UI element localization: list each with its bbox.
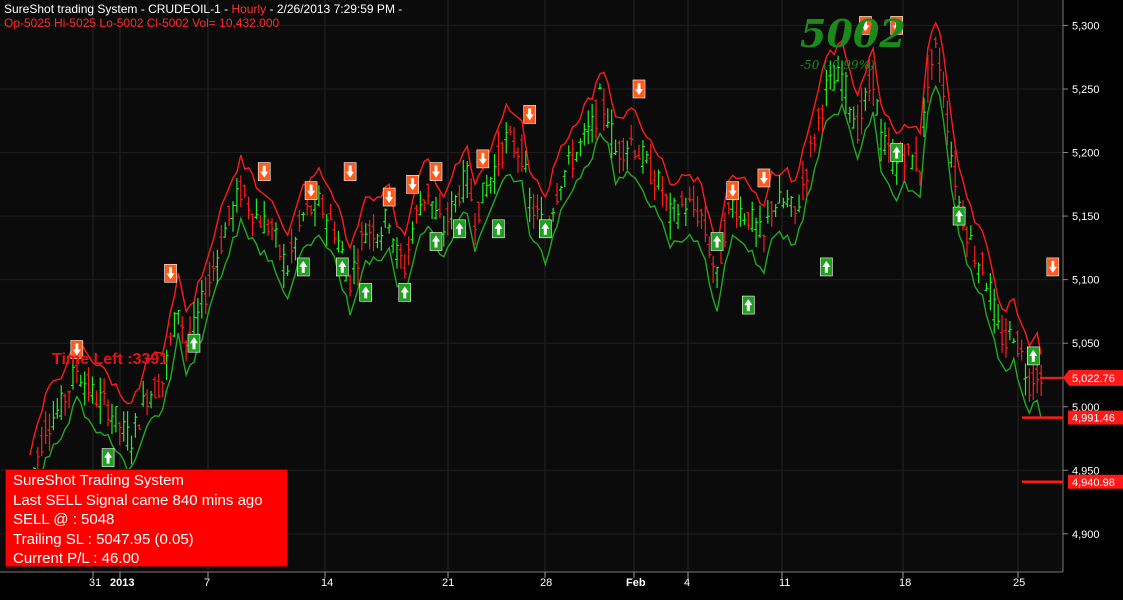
sell-signal-icon	[406, 175, 419, 194]
buy-signal-icon	[187, 333, 201, 353]
sell-signal-icon	[382, 187, 396, 207]
price-tag-label: 4,991.46	[1072, 413, 1115, 425]
buy-signal-icon	[398, 283, 412, 302]
chart-title-line: SureShot trading System - CRUDEOIL-1 - H…	[4, 2, 403, 16]
time-axis-label: 28	[540, 577, 552, 589]
price-axis-label: 5,300	[1072, 20, 1100, 32]
time-axis-label: Feb	[626, 577, 646, 589]
time-axis-label: 18	[899, 577, 911, 589]
sell-signal-icon	[476, 149, 490, 169]
buy-signal-icon	[453, 219, 466, 239]
price-axis-label: 5,150	[1072, 211, 1100, 223]
buy-signal-icon	[820, 257, 833, 277]
price-axis-label: 5,200	[1072, 148, 1100, 160]
sell-signal-icon	[429, 162, 443, 181]
price-tag-label: 5,022.76	[1072, 373, 1115, 385]
symbol-name: CRUDEOIL-1	[148, 2, 221, 16]
time-axis-label: 11	[779, 577, 790, 589]
time-left-label: Time Left :3391	[52, 351, 169, 368]
sell-signal-icon	[726, 181, 739, 200]
buy-signal-icon	[101, 448, 115, 467]
chart-window: 4,900 4,950 5,000 5,050 5,100 5,150 5,200 5,250…	[0, 0, 1123, 600]
buy-signal-icon	[890, 143, 903, 162]
price-tag-label: 4,940.98	[1072, 477, 1115, 489]
sell-signal-icon	[757, 168, 771, 188]
info-box-title: SureShot Trading System	[13, 472, 184, 489]
buy-signal-icon	[952, 206, 966, 226]
last-signal-text: Last SELL Signal came 840 mins ago	[13, 491, 263, 509]
buy-signal-icon	[539, 219, 552, 239]
app-name: SureShot trading System	[4, 2, 138, 16]
price-axis-label: 5,250	[1072, 84, 1100, 96]
time-axis-label: 25	[1013, 577, 1025, 589]
buy-signal-icon	[429, 232, 443, 251]
buy-signal-icon	[492, 219, 505, 239]
buy-signal-icon	[296, 257, 310, 277]
buy-signal-icon	[742, 295, 755, 315]
time-axis-label: 21	[442, 577, 454, 589]
sell-signal-icon	[164, 263, 177, 283]
sell-signal-icon	[1046, 257, 1060, 277]
price-axis-label: 5,100	[1072, 275, 1100, 287]
time-axis-label: 14	[321, 577, 333, 589]
time-axis-label: 31	[89, 577, 101, 589]
price-axis-label: 4,900	[1072, 529, 1100, 541]
entry-price-text: SELL @ : 5048	[13, 511, 115, 528]
signal-info-box: SureShot Trading System Last SELL Signal…	[5, 469, 288, 567]
trailing-stop-text: Trailing SL : 5047.95 (0.05)	[13, 530, 194, 548]
buy-signal-icon	[1026, 346, 1040, 366]
sell-signal-icon	[632, 79, 646, 99]
time-axis-label: 7	[204, 577, 210, 589]
timeframe-label: Hourly	[231, 2, 267, 16]
buy-signal-icon	[710, 232, 724, 251]
sell-signal-icon	[304, 181, 318, 200]
sell-signal-icon	[257, 162, 271, 181]
sell-signal-icon	[343, 162, 357, 181]
time-axis-label: 2013	[110, 577, 134, 589]
price-axis-label: 5,050	[1072, 338, 1100, 350]
time-axis-label: 4	[684, 577, 690, 589]
ohlc-line: Op-5025 Hi-5025 Lo-5002 Cl-5002 Vol= 10,…	[4, 16, 280, 30]
sell-signal-icon	[523, 105, 536, 124]
last-price-display: 5002	[800, 11, 906, 56]
buy-signal-icon	[336, 257, 349, 277]
current-pnl-text: Current P/L : 46.00	[13, 550, 140, 567]
datetime-label: 2/26/2013 7:29:59 PM	[276, 2, 395, 16]
buy-signal-icon	[359, 283, 373, 302]
price-change-display: -50 (-0.99%)	[800, 58, 875, 72]
